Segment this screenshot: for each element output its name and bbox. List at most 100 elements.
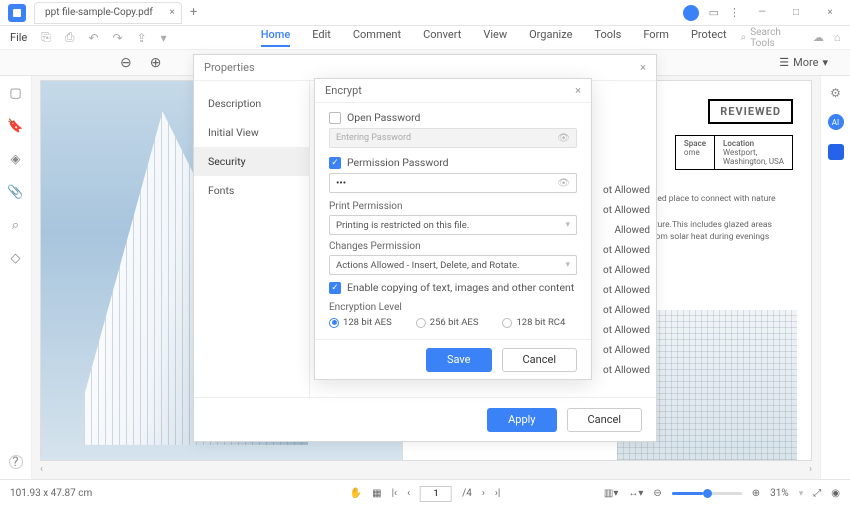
first-page-icon[interactable]: |‹ (392, 488, 397, 499)
zoom-in-button[interactable]: ⊕ (752, 488, 760, 499)
space-value: ome (684, 148, 706, 157)
page-total: /4 (462, 488, 472, 499)
page-input[interactable] (420, 486, 452, 502)
close-tab-icon[interactable]: × (170, 7, 175, 18)
close-properties-icon[interactable]: × (640, 61, 646, 74)
print-icon[interactable]: ⎙ (65, 30, 75, 45)
radio-128-rc4[interactable]: 128 bit RC4 (502, 317, 565, 328)
zoom-out-icon[interactable]: ⊖ (120, 55, 132, 71)
tab-tools[interactable]: Tools (594, 28, 621, 47)
last-page-icon[interactable]: ›| (495, 488, 500, 499)
zoom-in-icon[interactable]: ⊕ (150, 55, 162, 71)
cancel-properties-button[interactable]: Cancel (567, 408, 642, 432)
share-icon[interactable]: ⇪ (137, 31, 147, 45)
permission-password-field[interactable]: ••• 👁 (329, 173, 577, 193)
search-placeholder: Search Tools (750, 27, 781, 49)
reviewed-stamp: REVIEWED (708, 99, 793, 124)
user-avatar[interactable] (683, 5, 699, 21)
save-button[interactable]: Save (426, 348, 492, 372)
prop-tab-fonts[interactable]: Fonts (194, 176, 309, 205)
checkbox-checked-icon: ✓ (329, 157, 341, 169)
cloud-icon[interactable]: ☁ (813, 31, 824, 44)
app-icon (8, 4, 26, 22)
print-permission-select[interactable]: Printing is restricted on this file. ▾ (329, 215, 577, 235)
settings-panel-icon[interactable]: ⚙ (830, 86, 841, 100)
permission-password-checkbox[interactable]: ✓ Permission Password (329, 156, 577, 169)
tab-organize[interactable]: Organize (529, 28, 572, 47)
print-permission-label: Print Permission (329, 201, 577, 212)
cancel-encrypt-button[interactable]: Cancel (502, 348, 577, 372)
search-tools[interactable]: ⌕ Search Tools (741, 27, 781, 49)
next-page-icon[interactable]: › (482, 488, 485, 499)
help-icon[interactable]: ? (9, 455, 23, 469)
open-password-field: Entering Password 👁 (329, 128, 577, 148)
permissions-list: ot Allowed ot Allowed Allowed ot Allowed… (603, 181, 650, 381)
tab-comment[interactable]: Comment (353, 28, 401, 47)
zoom-slider[interactable] (672, 492, 742, 495)
open-icon[interactable]: ⎘ (41, 30, 51, 45)
tab-edit[interactable]: Edit (312, 28, 331, 47)
add-tab-button[interactable]: + (190, 5, 197, 20)
radio-selected-icon (329, 318, 339, 328)
close-encrypt-icon[interactable]: × (575, 84, 581, 97)
radio-128-aes[interactable]: 128 bit AES (329, 317, 392, 328)
tab-title: ppt file-sample-Copy.pdf (45, 7, 153, 18)
main-tabs: Home Edit Comment Convert View Organize … (261, 28, 727, 47)
select-tool-icon[interactable]: ▦ (372, 488, 381, 499)
encryption-level-label: Encryption Level (329, 302, 577, 313)
undo-icon[interactable]: ↶ (88, 31, 98, 45)
encryption-level-group: 128 bit AES 256 bit AES 128 bit RC4 (329, 317, 577, 328)
tab-convert[interactable]: Convert (423, 28, 461, 47)
search-panel-icon[interactable]: ⌕ (12, 218, 19, 233)
bookmark-icon[interactable]: 🔖 (7, 119, 23, 134)
hand-tool-icon[interactable]: ✋ (350, 488, 362, 499)
prop-tab-security[interactable]: Security (194, 147, 309, 176)
horizontal-scrollbar[interactable]: ‹› (40, 463, 812, 475)
ms-icon[interactable] (828, 144, 844, 160)
space-label: Space (684, 139, 706, 148)
enable-copy-checkbox[interactable]: ✓ Enable copying of text, images and oth… (329, 281, 577, 294)
prev-page-icon[interactable]: ‹ (407, 488, 410, 499)
open-password-checkbox[interactable]: Open Password (329, 111, 577, 124)
document-tab[interactable]: ppt file-sample-Copy.pdf × (34, 2, 182, 24)
read-mode-icon[interactable]: ◉ (831, 488, 840, 499)
minimize-button[interactable]: — (750, 4, 774, 22)
window-icon[interactable]: ▭ (709, 6, 719, 19)
radio-256-aes[interactable]: 256 bit AES (416, 317, 479, 328)
tab-protect[interactable]: Protect (691, 28, 727, 47)
outline-icon[interactable]: ◈ (11, 152, 21, 167)
thumbnails-icon[interactable]: ▢ (9, 86, 21, 101)
fit-width-icon[interactable]: ↔▾ (628, 488, 643, 499)
ai-icon[interactable]: AI (828, 114, 844, 130)
checkbox-checked-icon: ✓ (329, 282, 341, 294)
more-label: More (793, 56, 818, 69)
eye-icon[interactable]: 👁 (557, 178, 570, 189)
prop-tab-description[interactable]: Description (194, 89, 309, 118)
apply-button[interactable]: Apply (487, 408, 556, 432)
layers-icon[interactable]: ◇ (11, 251, 21, 266)
tab-home[interactable]: Home (261, 28, 291, 47)
kebab-icon[interactable]: ⋮ (729, 6, 740, 19)
zoom-out-button[interactable]: ⊖ (653, 488, 661, 499)
tab-view[interactable]: View (483, 28, 507, 47)
maximize-button[interactable]: □ (784, 4, 808, 22)
left-rail: ▢ 🔖 ◈ 📎 ⌕ ◇ ? (0, 76, 32, 479)
tab-form[interactable]: Form (643, 28, 669, 47)
redo-icon[interactable]: ↷ (113, 31, 123, 45)
changes-permission-label: Changes Permission (329, 241, 577, 252)
prop-tab-initial-view[interactable]: Initial View (194, 118, 309, 147)
file-menu[interactable]: File (10, 31, 27, 44)
menu-row: File ⎘ ⎙ ↶ ↷ ⇪ ▾ Home Edit Comment Conve… (0, 26, 850, 50)
view-mode-icon[interactable]: ▥▾ (604, 488, 618, 499)
more-button[interactable]: ☰ More ▾ (779, 56, 828, 69)
fit-page-icon[interactable]: ⤢ (813, 488, 821, 499)
attachment-icon[interactable]: 📎 (7, 185, 23, 200)
chevron-down-icon: ▾ (565, 260, 570, 270)
coordinates: 101.93 x 47.87 cm (10, 488, 92, 499)
encrypt-title: Encrypt (325, 84, 362, 97)
close-window-button[interactable]: × (818, 4, 842, 22)
chevron-down-icon[interactable]: ▾ (161, 31, 167, 45)
changes-permission-select[interactable]: Actions Allowed - Insert, Delete, and Ro… (329, 255, 577, 275)
body-text: olated place to connect with nature erat… (643, 193, 793, 244)
home-icon[interactable]: ⌂ (834, 31, 841, 44)
